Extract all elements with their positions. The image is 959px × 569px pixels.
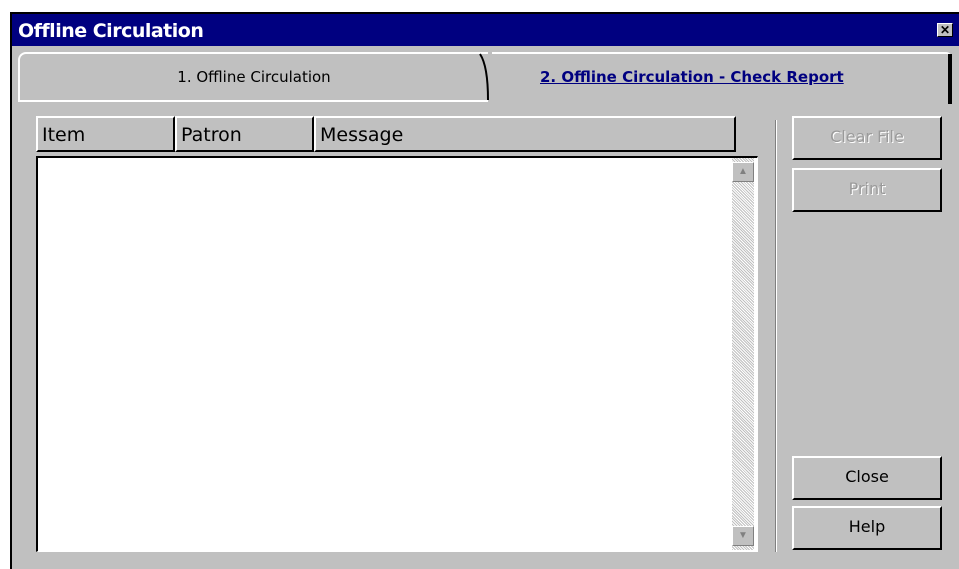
tab-separator — [479, 53, 489, 101]
grid-body[interactable] — [36, 156, 758, 552]
close-icon[interactable]: ✕ — [937, 23, 953, 37]
check-report-grid: Item Patron Message ▲ ▼ — [36, 116, 758, 552]
tab-offline-circulation-label: 1. Offline Circulation — [177, 68, 331, 86]
tab-check-report[interactable]: 2. Offline Circulation - Check Report — [492, 52, 952, 102]
scroll-up-icon[interactable]: ▲ — [732, 162, 754, 182]
vertical-divider — [775, 120, 777, 552]
help-button[interactable]: Help — [792, 506, 942, 550]
vertical-scrollbar[interactable]: ▲ ▼ — [732, 158, 754, 550]
column-header-patron[interactable]: Patron — [175, 116, 314, 152]
tab-check-report-label: 2. Offline Circulation - Check Report — [540, 68, 844, 86]
window-title: Offline Circulation — [18, 20, 204, 42]
print-button[interactable]: Print — [792, 168, 942, 212]
title-bar: Offline Circulation ✕ — [12, 14, 959, 46]
close-button[interactable]: Close — [792, 456, 942, 500]
tab-offline-circulation[interactable]: 1. Offline Circulation — [18, 52, 488, 102]
clear-file-button[interactable]: Clear File — [792, 116, 942, 160]
column-header-message[interactable]: Message — [314, 116, 736, 152]
offline-circulation-window: Offline Circulation ✕ 1. Offline Circula… — [10, 12, 959, 569]
column-header-item[interactable]: Item — [36, 116, 175, 152]
tab-edge — [948, 54, 952, 104]
scroll-down-icon[interactable]: ▼ — [732, 526, 754, 546]
